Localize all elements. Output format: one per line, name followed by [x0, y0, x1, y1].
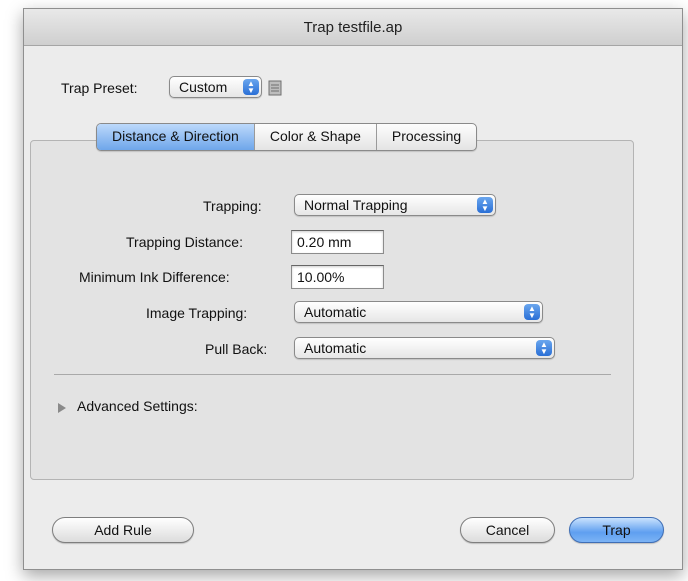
window-title: Trap testfile.ap [303, 18, 403, 36]
image-trapping-value: Automatic [304, 304, 367, 320]
min-ink-difference-label: Minimum Ink Difference: [79, 269, 230, 285]
pull-back-popup[interactable]: Automatic ▲ ▼ [294, 337, 555, 359]
trap-preset-popup[interactable]: Custom ▲ ▼ [169, 76, 262, 98]
min-ink-difference-input[interactable] [292, 266, 383, 288]
trapping-popup[interactable]: Normal Trapping ▲ ▼ [294, 194, 496, 216]
disclosure-triangle-icon[interactable] [58, 403, 66, 413]
popup-arrows-icon: ▲ ▼ [243, 79, 259, 95]
popup-arrows-icon: ▲ ▼ [536, 340, 552, 356]
trap-preset-label: Trap Preset: [61, 80, 138, 96]
trapping-distance-label: Trapping Distance: [126, 234, 243, 250]
document-icon[interactable] [268, 80, 282, 96]
trap-button[interactable]: Trap [569, 517, 664, 543]
trapping-distance-input[interactable] [292, 231, 383, 253]
section-divider [54, 374, 611, 375]
cancel-button[interactable]: Cancel [460, 517, 555, 543]
tab-distance-direction[interactable]: Distance & Direction [97, 124, 255, 150]
popup-arrows-icon: ▲ ▼ [477, 197, 493, 213]
advanced-settings-label[interactable]: Advanced Settings: [77, 398, 198, 414]
trap-preset-value: Custom [179, 79, 228, 95]
pull-back-value: Automatic [304, 340, 367, 356]
min-ink-difference-field[interactable] [291, 265, 384, 289]
trapping-label: Trapping: [203, 198, 262, 214]
window-titlebar[interactable]: Trap testfile.ap [24, 9, 682, 46]
tab-processing[interactable]: Processing [377, 124, 476, 150]
tab-bar: Distance & Direction Color & Shape Proce… [96, 123, 478, 151]
trapping-value: Normal Trapping [304, 197, 408, 213]
image-trapping-popup[interactable]: Automatic ▲ ▼ [294, 301, 543, 323]
trapping-distance-field[interactable] [291, 230, 384, 254]
popup-arrows-icon: ▲ ▼ [524, 304, 540, 320]
image-trapping-label: Image Trapping: [146, 305, 248, 321]
pull-back-label: Pull Back: [205, 341, 268, 357]
tab-color-shape[interactable]: Color & Shape [255, 124, 377, 150]
add-rule-button[interactable]: Add Rule [52, 517, 194, 543]
